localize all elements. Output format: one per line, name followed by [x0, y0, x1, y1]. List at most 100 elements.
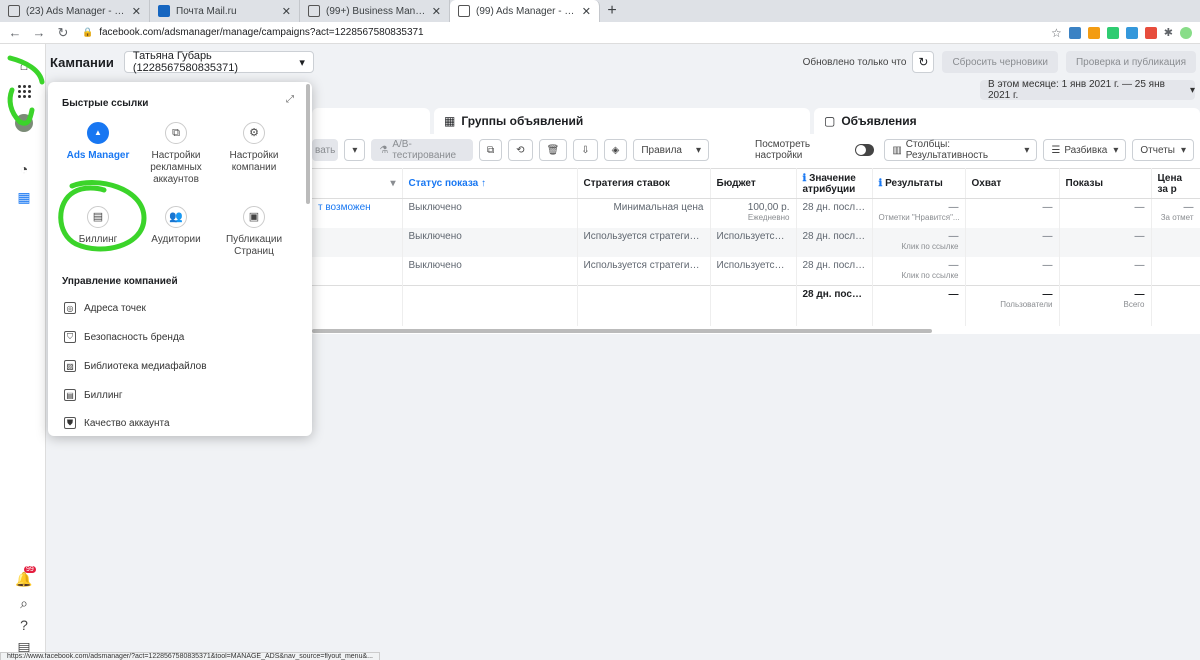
column-header-name[interactable]: ▾ [312, 168, 403, 199]
search-icon[interactable]: ⌕ [15, 594, 33, 612]
expand-icon[interactable]: ⤢ [286, 94, 294, 105]
menu-item-billing[interactable]: ▤ Биллинг [64, 389, 123, 401]
view-settings-label: Посмотреть настройки [755, 139, 811, 161]
table-toolbar: вать ▾ ⚗ А/В-тестирование ⧉ ⟲ 🗑 ⇩ ◈ Прави… [312, 138, 1200, 162]
tab-title: Почта Mail.ru [176, 5, 237, 17]
audiences-icon: 👥 [165, 206, 187, 228]
status-cell: Выключено [402, 227, 578, 257]
browser-tab[interactable]: (23) Ads Manager - Управление ✕ [0, 0, 150, 22]
column-header-budget[interactable]: Бюджет [710, 168, 797, 199]
help-icon[interactable]: ? [15, 616, 33, 634]
home-icon[interactable]: ⌂ [15, 56, 33, 74]
refresh-button[interactable]: ↻ [912, 51, 935, 73]
impressions-cell: — [1059, 198, 1152, 228]
browser-tab[interactable]: (99+) Business Manager ✕ [300, 0, 450, 22]
bookmark-star-icon[interactable]: ☆ [1051, 26, 1062, 40]
extension-icon[interactable] [1068, 26, 1081, 39]
view-settings-toggle[interactable] [854, 144, 875, 156]
rules-button[interactable]: Правила ▾ [633, 139, 709, 161]
menu-item-label: Биллинг [84, 389, 123, 401]
column-header-cost[interactable]: Цена за р [1151, 168, 1200, 199]
campaign-name[interactable] [312, 256, 403, 286]
delete-button[interactable]: 🗑 [538, 139, 568, 161]
total-attribution: 28 дн. после ... [796, 285, 873, 326]
notifications-icon[interactable]: 🔔 99 [15, 566, 36, 588]
quick-link-page-posts[interactable]: ▣ Публикации Страниц [214, 206, 294, 258]
results-value: — [948, 202, 959, 213]
reports-button[interactable]: Отчеты ▾ [1132, 139, 1194, 161]
adsets-icon: ▦ [444, 114, 456, 128]
campaign-name[interactable]: т возможен [312, 198, 403, 228]
left-rail: ⌂ ◔ ▦ 🔔 99 ⌕ ? ▤ [0, 44, 46, 660]
extension-icon[interactable] [1144, 26, 1157, 39]
quick-link-ads-manager[interactable]: ▲ Ads Manager [58, 122, 138, 162]
undo-button[interactable]: ⟲ [508, 139, 533, 161]
export-button[interactable]: ⇩ [573, 139, 598, 161]
back-icon[interactable]: ← [6, 25, 24, 40]
column-header-impressions[interactable]: Показы [1059, 168, 1152, 199]
campaigns-table-icon[interactable]: ▦ [15, 188, 33, 206]
breakdown-button[interactable]: ☰ Разбивка ▾ [1043, 139, 1127, 161]
browser-tab[interactable]: Почта Mail.ru ✕ [150, 0, 300, 22]
tab-ads[interactable]: ▢ Объявления [814, 108, 1200, 134]
menu-item-locations[interactable]: ◎ Адреса точек [64, 302, 146, 314]
table-row[interactable]: т возможен Выключено Минимальная цена 10… [312, 198, 1200, 228]
close-icon[interactable]: ✕ [132, 5, 141, 18]
columns-button[interactable]: ▥ Столбцы: Результативность ▾ [884, 139, 1038, 161]
tab-adsets[interactable]: ▦ Группы объявлений [434, 108, 810, 134]
quick-link-business-settings[interactable]: ⚙ Настройки компании [214, 122, 294, 174]
column-header-status[interactable]: Статус показа ↑ [402, 168, 578, 199]
extension-icon[interactable] [1087, 26, 1100, 39]
reach-cell: — [965, 256, 1060, 286]
forward-icon[interactable]: → [30, 25, 48, 40]
quick-link-ad-accounts-settings[interactable]: ⧉ Настройки рекламных аккаунтов [136, 122, 216, 186]
review-publish-button[interactable]: Проверка и публикация [1065, 51, 1196, 73]
table-row[interactable]: Выключено Используется стратегия ст... И… [312, 256, 1200, 286]
tag-button[interactable]: ◈ [603, 139, 628, 161]
flyout-scrollbar[interactable] [306, 84, 310, 204]
column-header-reach[interactable]: Охват [965, 168, 1060, 199]
profile-avatar[interactable] [1180, 26, 1192, 39]
table-row[interactable]: Выключено Используется стратегия ст... И… [312, 227, 1200, 257]
results-label: Результаты [885, 178, 943, 189]
discard-drafts-button[interactable]: Сбросить черновики [942, 51, 1058, 73]
date-range-picker[interactable]: В этом месяце: 1 янв 2021 г. — 25 янв 20… [980, 79, 1195, 101]
close-icon[interactable]: ✕ [432, 5, 441, 18]
column-header-attribution[interactable]: ℹ Значение атрибуции [796, 168, 873, 199]
extension-icon[interactable] [1106, 26, 1119, 39]
menu-item-account-quality[interactable]: ⛊ Качество аккаунта [64, 417, 170, 429]
edit-button[interactable]: вать [312, 139, 339, 161]
ads-manager-icon: ▲ [87, 122, 109, 144]
campaigns-table-card: вать ▾ ⚗ А/В-тестирование ⧉ ⟲ 🗑 ⇩ ◈ Прави… [312, 134, 1200, 334]
avatar[interactable] [15, 114, 33, 132]
edit-dropdown-button[interactable]: ▾ [344, 139, 366, 161]
quick-link-label: Ads Manager [66, 150, 130, 161]
lock-icon: 🔒 [82, 27, 94, 37]
all-tools-icon[interactable] [15, 82, 33, 100]
quick-link-audiences[interactable]: 👥 Аудитории [136, 206, 216, 246]
puzzle-icon[interactable]: ✱ [1164, 26, 1173, 39]
close-icon[interactable]: ✕ [282, 5, 291, 18]
close-icon[interactable]: ✕ [582, 5, 591, 18]
chevron-down-icon: ▾ [299, 56, 305, 69]
ab-test-button[interactable]: ⚗ А/В-тестирование [371, 139, 474, 161]
campaign-name[interactable] [312, 227, 403, 257]
gear-icon: ⚙ [243, 122, 265, 144]
menu-item-brand-safety[interactable]: ⛉ Безопасность бренда [64, 331, 184, 343]
reload-icon[interactable]: ↻ [54, 25, 72, 41]
column-header-results[interactable]: ℹ Результаты [872, 168, 966, 199]
dashboard-icon[interactable]: ◔ [15, 160, 33, 178]
new-tab-button[interactable]: + [600, 0, 624, 22]
account-selector[interactable]: Татьяна Губарь (1228567580835371) ▾ [123, 50, 314, 74]
tab-campaigns[interactable] [312, 108, 430, 134]
extension-icon[interactable] [1125, 26, 1138, 39]
horizontal-scrollbar[interactable] [312, 329, 932, 333]
url-field[interactable]: 🔒 facebook.com/adsmanager/manage/campaign… [82, 24, 1051, 42]
column-header-bid-strategy[interactable]: Стратегия ставок [577, 168, 711, 199]
browser-tab-active[interactable]: (99) Ads Manager - Управление ✕ [450, 0, 600, 22]
quick-link-billing[interactable]: ▤ Биллинг [58, 206, 138, 246]
duplicate-button[interactable]: ⧉ [479, 139, 503, 161]
menu-item-media-library[interactable]: ▨ Библиотека медиафайлов [64, 360, 207, 372]
update-status: Обновлено только что [802, 56, 907, 68]
all-tools-flyout: Быстрые ссылки ⤢ ▲ Ads Manager ⧉ Настрой… [48, 82, 312, 436]
